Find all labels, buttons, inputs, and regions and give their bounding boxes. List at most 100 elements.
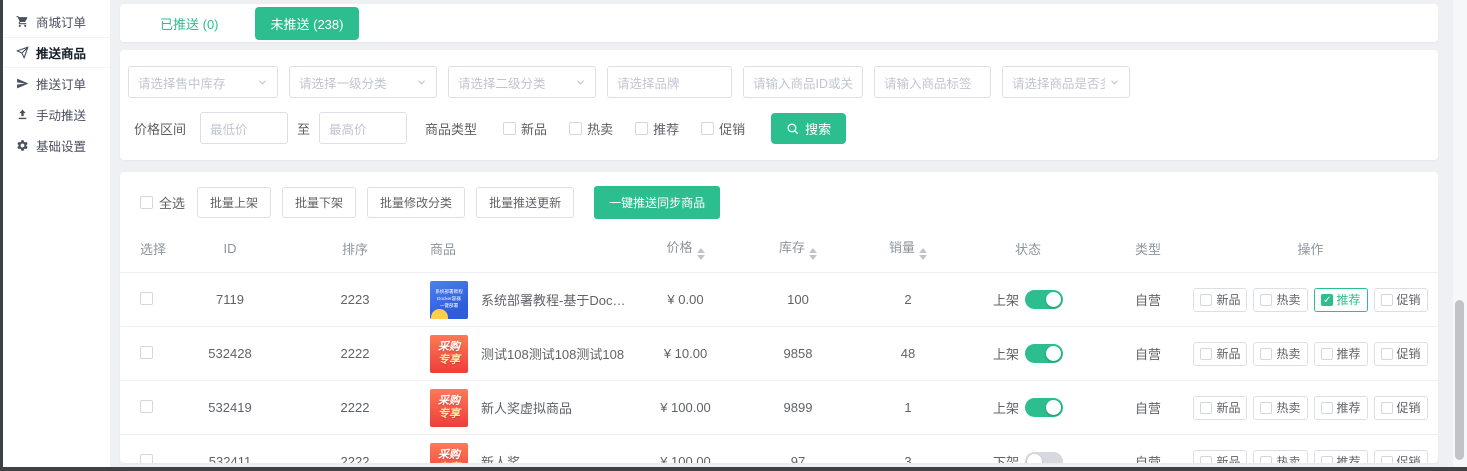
- filter-type-recommend[interactable]: 推荐: [635, 119, 679, 138]
- filter-type-hot-checkbox[interactable]: [569, 122, 582, 135]
- tag-toggle-promo[interactable]: 促销: [1374, 450, 1428, 464]
- tag-toggle-recommend[interactable]: 推荐: [1314, 396, 1368, 420]
- tag-toggle-hot-label: 热卖: [1276, 453, 1300, 463]
- min-price-input[interactable]: 最低价: [200, 112, 288, 144]
- toggle-knob: [1027, 454, 1042, 463]
- tag-toggle-recommend-label: 推荐: [1337, 345, 1361, 362]
- tag-toggle-new-checkbox[interactable]: [1200, 348, 1212, 360]
- category2-select[interactable]: 请选择二级分类: [448, 66, 596, 98]
- status-toggle[interactable]: [1025, 290, 1063, 309]
- one-key-push-sync-button[interactable]: 一键推送同步商品: [594, 186, 720, 219]
- sort-desc-icon[interactable]: [697, 255, 705, 260]
- filter-type-new-checkbox[interactable]: [503, 122, 516, 135]
- tag-toggle-hot-label: 热卖: [1276, 345, 1300, 362]
- tag-toggle-recommend-checkbox[interactable]: [1321, 402, 1333, 414]
- filter-type-promo-checkbox[interactable]: [701, 122, 714, 135]
- select-all-checkbox[interactable]: [140, 196, 153, 209]
- sort-asc-icon[interactable]: [919, 248, 927, 253]
- tag-toggle-recommend[interactable]: 推荐: [1314, 288, 1368, 312]
- sort-asc-icon[interactable]: [809, 248, 817, 253]
- sort-desc-icon[interactable]: [809, 255, 817, 260]
- scrollbar-thumb[interactable]: [1455, 300, 1464, 460]
- tag-toggle-promo-checkbox[interactable]: [1381, 294, 1393, 306]
- batch-off-shelf-button[interactable]: 批量下架: [282, 187, 356, 218]
- filter-type-recommend-label: 推荐: [653, 119, 679, 138]
- brand-select[interactable]: 请选择品牌: [607, 66, 732, 98]
- sidebar-item-push-orders[interactable]: 推送订单: [3, 68, 110, 99]
- tag-toggle-promo[interactable]: 促销: [1374, 396, 1428, 420]
- batch-on-shelf-button[interactable]: 批量上架: [197, 187, 271, 218]
- tag-toggle-hot-checkbox[interactable]: [1260, 456, 1272, 464]
- row-sales: 48: [853, 346, 963, 361]
- row-checkbox[interactable]: [140, 292, 153, 305]
- tag-toggle-hot[interactable]: 热卖: [1253, 288, 1307, 312]
- row-id: 532419: [180, 400, 280, 415]
- filter-type-new[interactable]: 新品: [503, 119, 547, 138]
- tag-toggle-new[interactable]: 新品: [1193, 342, 1247, 366]
- sort-asc-icon[interactable]: [697, 248, 705, 253]
- keyword-input[interactable]: 请输入商品ID或关键字: [743, 66, 863, 98]
- tag-toggle-promo-checkbox[interactable]: [1381, 402, 1393, 414]
- tag-toggle-recommend-checkbox[interactable]: [1321, 456, 1333, 464]
- status-toggle[interactable]: [1025, 344, 1063, 363]
- row-product-cell: 采购专享新人奖虚拟商品: [430, 389, 628, 427]
- tag-toggle-recommend[interactable]: 推荐: [1314, 342, 1368, 366]
- tag-toggle-new-checkbox[interactable]: [1200, 456, 1212, 464]
- batch-edit-category-button[interactable]: 批量修改分类: [367, 187, 465, 218]
- multispec-select[interactable]: 请选择商品是否多规格: [1002, 66, 1130, 98]
- tag-toggle-new[interactable]: 新品: [1193, 450, 1247, 464]
- row-product-cell: 系统部署教程Docker容器一键部署系统部署教程-基于Docker容器-一键部署: [430, 281, 628, 319]
- row-checkbox[interactable]: [140, 346, 153, 359]
- tag-toggle-promo-checkbox[interactable]: [1381, 348, 1393, 360]
- sidebar-item-manual-push[interactable]: 手动推送: [3, 99, 110, 130]
- tag-toggle-promo[interactable]: 促销: [1374, 288, 1428, 312]
- tag-toggle-new-checkbox[interactable]: [1200, 294, 1212, 306]
- tag-toggle-recommend-checkbox[interactable]: [1321, 348, 1333, 360]
- row-type: 自营: [1093, 398, 1203, 417]
- row-checkbox[interactable]: [140, 400, 153, 413]
- sidebar-item-push-products[interactable]: 推送商品: [3, 37, 110, 68]
- tag-toggle-hot-checkbox[interactable]: [1260, 348, 1272, 360]
- sidebar-item-basic-settings[interactable]: 基础设置: [3, 130, 110, 161]
- tag-input[interactable]: 请输入商品标签: [874, 66, 991, 98]
- row-select-cell: [140, 346, 180, 362]
- tag-toggle-hot-checkbox[interactable]: [1260, 402, 1272, 414]
- tag-toggle-hot[interactable]: 热卖: [1253, 396, 1307, 420]
- sidebar-item-label: 基础设置: [36, 136, 86, 155]
- tag-toggle-new-checkbox[interactable]: [1200, 402, 1212, 414]
- tag-toggle-hot[interactable]: 热卖: [1253, 342, 1307, 366]
- tag-toggle-recommend[interactable]: 推荐: [1314, 450, 1368, 464]
- filter-type-hot[interactable]: 热卖: [569, 119, 613, 138]
- tab-unpushed[interactable]: 未推送 (238): [255, 7, 360, 40]
- column-header-price: 价格: [628, 237, 743, 260]
- category1-select[interactable]: 请选择一级分类: [289, 66, 437, 98]
- status-toggle[interactable]: [1025, 398, 1063, 417]
- select-all[interactable]: 全选: [140, 193, 185, 212]
- tag-toggle-new[interactable]: 新品: [1193, 396, 1247, 420]
- sidebar-item-label: 推送商品: [36, 43, 86, 62]
- tag-toggle-promo[interactable]: 促销: [1374, 342, 1428, 366]
- column-header-label: 选择: [140, 242, 166, 257]
- tag-toggle-recommend-checkbox[interactable]: [1321, 294, 1333, 306]
- tag-toggle-promo-label: 促销: [1397, 291, 1421, 308]
- tag-toggle-new[interactable]: 新品: [1193, 288, 1247, 312]
- row-checkbox[interactable]: [140, 454, 153, 464]
- select-all-label: 全选: [159, 193, 185, 212]
- filter-type-promo[interactable]: 促销: [701, 119, 745, 138]
- search-button[interactable]: 搜索: [771, 113, 846, 144]
- batch-push-update-button[interactable]: 批量推送更新: [476, 187, 574, 218]
- stock-select[interactable]: 请选择售中库存: [128, 66, 278, 98]
- sidebar-item-mall-orders[interactable]: 商城订单: [3, 6, 110, 37]
- status-toggle[interactable]: [1025, 452, 1063, 463]
- tag-toggle-recommend-label: 推荐: [1337, 399, 1361, 416]
- max-price-input[interactable]: 最高价: [319, 112, 407, 144]
- tag-toggle-hot[interactable]: 热卖: [1253, 450, 1307, 464]
- sort-desc-icon[interactable]: [919, 255, 927, 260]
- tag-toggle-promo-checkbox[interactable]: [1381, 456, 1393, 464]
- row-type: 自营: [1093, 344, 1203, 363]
- tag-toggle-hot-checkbox[interactable]: [1260, 294, 1272, 306]
- scrollbar-track[interactable]: [1453, 0, 1467, 467]
- category2-select-placeholder: 请选择二级分类: [458, 73, 546, 92]
- filter-type-recommend-checkbox[interactable]: [635, 122, 648, 135]
- tab-pushed[interactable]: 已推送 (0): [160, 14, 219, 33]
